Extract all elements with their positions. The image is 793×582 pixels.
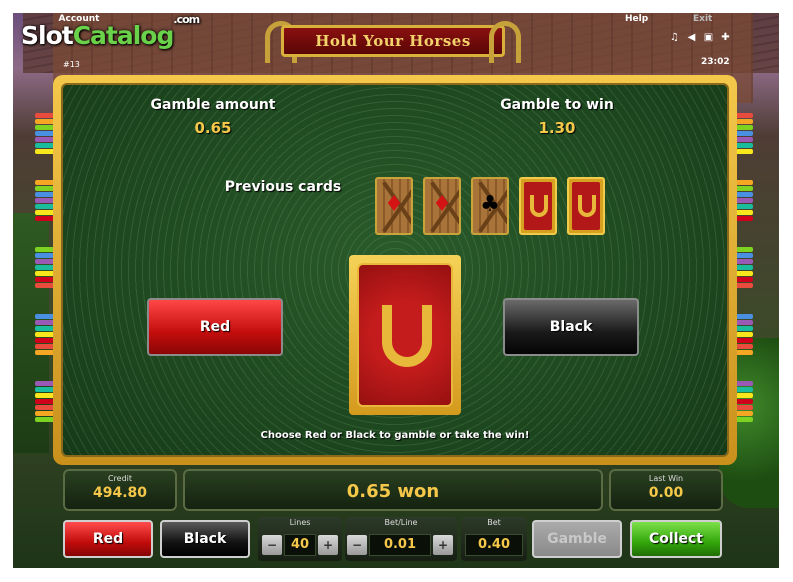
gamble-amount-label: Gamble amount — [150, 97, 276, 113]
watermark-part1: Slot — [21, 21, 74, 50]
game-logo: Hold Your Horses — [265, 19, 521, 65]
club-icon: ♣ — [480, 192, 500, 217]
current-card-back — [349, 255, 461, 415]
gamble-to-win-value: 1.30 — [538, 119, 576, 137]
previous-card-diamond: ♦ — [375, 177, 413, 235]
logo-title: Hold Your Horses — [281, 25, 505, 57]
red-button[interactable]: Red — [63, 520, 153, 558]
collect-button[interactable]: Collect — [630, 520, 722, 558]
previous-card-diamond: ♦ — [423, 177, 461, 235]
lines-label: Lines — [289, 518, 311, 527]
last-win-label: Last Win — [648, 474, 684, 483]
game-window: Account SlotCatalog.com #13 Help Exit ♫ … — [13, 13, 779, 568]
diamond-icon: ♦ — [432, 192, 452, 217]
bet-line-control: Bet/Line − 0.01 + — [345, 517, 457, 561]
gamble-amount-value: 0.65 — [194, 119, 232, 137]
round-number: #13 — [63, 60, 80, 69]
lines-decrease-button[interactable]: − — [262, 535, 282, 555]
card-back-inner — [357, 263, 453, 407]
diamond-icon: ♦ — [384, 192, 404, 217]
speaker-icon[interactable]: ◀ — [686, 32, 697, 43]
horseshoe-icon — [530, 195, 548, 217]
bet-line-label: Bet/Line — [384, 518, 418, 527]
gamble-to-win-label: Gamble to win — [500, 97, 614, 113]
bet-line-value: 0.01 — [369, 534, 431, 556]
music-note-icon[interactable]: ♫ — [669, 32, 680, 43]
bet-line-increase-button[interactable]: + — [433, 535, 453, 555]
message-panel: 0.65 won — [183, 469, 603, 511]
gamble-button[interactable]: Gamble — [532, 520, 622, 558]
credit-panel: Credit 494.80 — [63, 469, 177, 511]
credit-value: 494.80 — [92, 485, 148, 501]
exit-link[interactable]: Exit — [693, 14, 712, 24]
settings-icon[interactable]: ✚ — [720, 32, 731, 43]
help-link[interactable]: Help — [625, 14, 648, 24]
last-win-panel: Last Win 0.00 — [609, 469, 723, 511]
clock: 23:02 — [701, 57, 730, 67]
lines-increase-button[interactable]: + — [318, 535, 338, 555]
black-button[interactable]: Black — [160, 520, 250, 558]
previous-card-back — [519, 177, 557, 235]
gamble-instruction: Choose Red or Black to gamble or take th… — [260, 430, 530, 441]
lines-value: 40 — [284, 534, 316, 556]
bet-label: Bet — [487, 518, 501, 527]
previous-cards-label: Previous cards — [224, 179, 342, 195]
red-choice-button[interactable]: Red — [147, 298, 283, 356]
watermark: SlotCatalog.com — [21, 13, 200, 50]
previous-card-club: ♣ — [471, 177, 509, 235]
last-win-value: 0.00 — [648, 485, 684, 501]
lines-control: Lines − 40 + — [258, 517, 342, 561]
horseshoe-icon — [489, 21, 521, 63]
black-choice-button[interactable]: Black — [503, 298, 639, 356]
fullscreen-icon[interactable]: ▣ — [703, 32, 714, 43]
previous-card-back — [567, 177, 605, 235]
credit-label: Credit — [107, 474, 133, 483]
bet-value: 0.40 — [465, 534, 523, 556]
horseshoe-icon — [578, 195, 596, 217]
gamble-board: Gamble amount 0.65 Gamble to win 1.30 Pr… — [53, 75, 737, 465]
bet-line-decrease-button[interactable]: − — [347, 535, 367, 555]
watermark-suffix: .com — [173, 13, 200, 26]
top-icon-bar: ♫ ◀ ▣ ✚ — [669, 32, 731, 43]
bet-control: Bet 0.40 — [461, 517, 527, 561]
win-message: 0.65 won — [346, 481, 440, 502]
watermark-part2: Catalog — [72, 21, 175, 50]
horseshoe-icon — [382, 305, 432, 367]
gamble-felt: Gamble amount 0.65 Gamble to win 1.30 Pr… — [61, 83, 729, 457]
